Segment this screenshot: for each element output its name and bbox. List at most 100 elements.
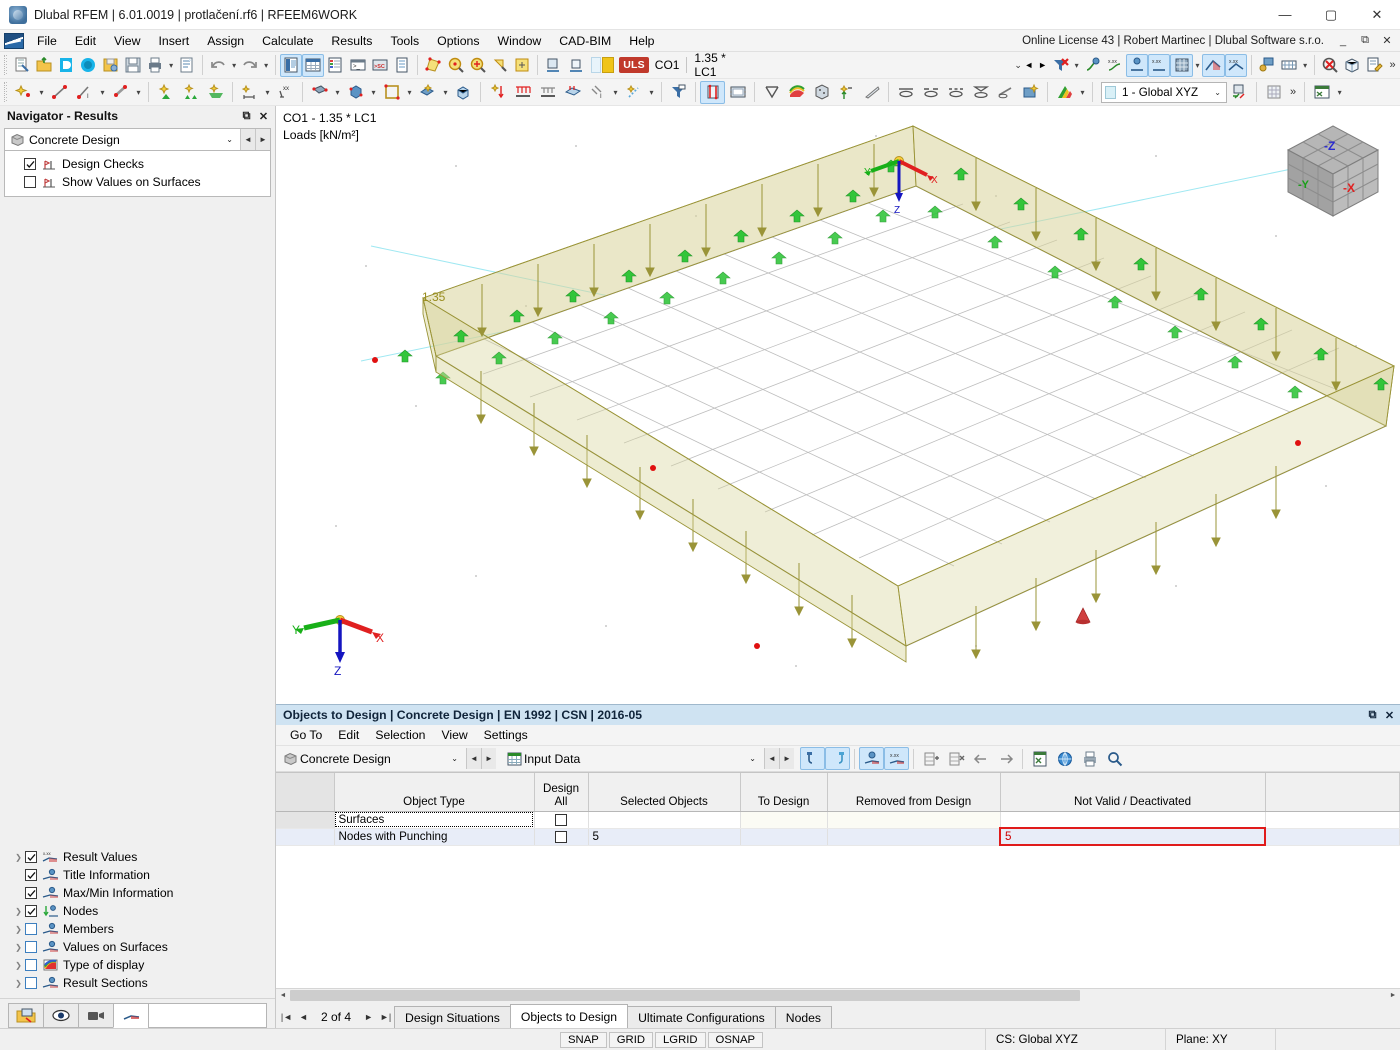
- show-values-icon[interactable]: x.xx: [1148, 53, 1171, 77]
- text-label-icon[interactable]: xx: [273, 81, 298, 104]
- col-header-not-valid-deactivated[interactable]: Not Valid / Deactivated: [1000, 773, 1266, 812]
- tree-item-type-of-display[interactable]: ❯ Type of display: [6, 956, 275, 974]
- tree-item-show-values-on-surfaces[interactable]: Show Values on Surfaces: [5, 173, 270, 191]
- col-header-object-type[interactable]: Object Type: [334, 773, 535, 812]
- navigator-tab-results[interactable]: [113, 1003, 149, 1028]
- show-result-values-icon[interactable]: x.xx: [884, 747, 909, 770]
- new-model-icon[interactable]: [11, 54, 33, 77]
- navigator-module-prev-button[interactable]: ◄: [240, 129, 255, 150]
- deformation-display-icon[interactable]: [1081, 54, 1103, 77]
- tab-nodes[interactable]: Nodes: [774, 1006, 832, 1028]
- hscroll-track[interactable]: [290, 989, 1386, 1002]
- pager-last-button[interactable]: ►|: [377, 1007, 394, 1027]
- chevron-right-icon[interactable]: ❯: [12, 925, 25, 934]
- panel-module-prev-button[interactable]: ◄: [466, 748, 481, 769]
- coordinate-system-dropdown[interactable]: 1 - Global XYZ ⌄: [1101, 81, 1227, 103]
- new-node-icon[interactable]: [11, 81, 36, 104]
- surface-set-caret-icon[interactable]: ▾: [440, 81, 451, 104]
- cell-to-design[interactable]: [740, 811, 828, 829]
- pager-next-button[interactable]: ►: [360, 1007, 377, 1027]
- checkbox-design-all-surfaces[interactable]: [555, 813, 567, 826]
- navigator-undock-button[interactable]: ⧉: [238, 107, 255, 125]
- edit-model-icon[interactable]: [1363, 54, 1385, 77]
- view-perspective-icon[interactable]: [542, 54, 564, 77]
- save-icon[interactable]: [122, 54, 144, 77]
- export-excel-icon[interactable]: [1027, 747, 1052, 770]
- tree-item-max-min-information[interactable]: Max/Min Information: [6, 884, 275, 902]
- window-minimize-button[interactable]: —: [1262, 0, 1308, 30]
- panel-datatype-dropdown[interactable]: Input Data ⌄ ◄ ►: [504, 748, 794, 769]
- toolbar-overflow-button[interactable]: »: [1386, 59, 1400, 71]
- nodal-load-icon[interactable]: [485, 81, 510, 104]
- cell-selected-objects[interactable]: 5: [588, 828, 741, 846]
- member-load-icon[interactable]: [535, 81, 560, 104]
- hscroll-right-arrow-icon[interactable]: ►: [1386, 989, 1400, 1002]
- move-left-icon[interactable]: [968, 747, 993, 770]
- node-dropdown-caret-icon[interactable]: ▾: [36, 81, 47, 104]
- view-orthographic-icon[interactable]: [565, 54, 587, 77]
- menu-help[interactable]: Help: [620, 31, 663, 51]
- table-view-icon[interactable]: [302, 53, 325, 77]
- hinge-type-2-icon[interactable]: [918, 81, 943, 104]
- result-values-display-icon[interactable]: x.xx: [1104, 54, 1126, 77]
- color-legend-icon[interactable]: [1052, 81, 1077, 104]
- solid-render-icon[interactable]: [809, 81, 834, 104]
- checkbox-show-values-on-surfaces[interactable]: [24, 176, 36, 188]
- print-dropdown-caret-icon[interactable]: ▾: [166, 54, 176, 77]
- navigation-cube[interactable]: -Z -Y -X: [1274, 112, 1392, 230]
- dlubal-center-icon[interactable]: [55, 54, 77, 77]
- solid-set-icon[interactable]: [451, 81, 476, 104]
- load-dropdown-caret-icon[interactable]: ▾: [610, 81, 621, 104]
- surface-support-icon[interactable]: [203, 81, 228, 104]
- hscroll-left-arrow-icon[interactable]: ◄: [276, 989, 290, 1002]
- panel-module-dropdown[interactable]: Concrete Design ⌄ ◄ ►: [280, 748, 496, 769]
- result-values-diagram-icon[interactable]: x.xx: [1224, 53, 1247, 77]
- tree-item-values-on-surfaces[interactable]: ❯ Values on Surfaces: [6, 938, 275, 956]
- navigator-tab-views[interactable]: [78, 1003, 114, 1028]
- save-as-icon[interactable]: [100, 54, 122, 77]
- window-maximize-button[interactable]: ▢: [1308, 0, 1354, 30]
- loadcase-prev-button[interactable]: ◄: [1022, 55, 1036, 76]
- opening-dropdown-caret-icon[interactable]: ▾: [404, 81, 415, 104]
- clear-results-caret-icon[interactable]: ▾: [1072, 54, 1082, 77]
- navigator-tab-display[interactable]: [43, 1003, 79, 1028]
- panel-menu-edit[interactable]: Edit: [330, 726, 367, 744]
- panel-close-button[interactable]: ✕: [1381, 706, 1398, 724]
- script-icon[interactable]: >SC: [369, 54, 391, 77]
- render-mode-icon[interactable]: [1170, 53, 1193, 77]
- toolbar-overflow-button-2[interactable]: »: [1286, 86, 1300, 98]
- animation-icon[interactable]: [725, 81, 750, 104]
- mdi-restore-button[interactable]: ⧉: [1354, 31, 1376, 51]
- navigator-module-dropdown[interactable]: Concrete Design ⌄ ◄ ►: [4, 128, 271, 151]
- tree-item-design-checks[interactable]: Design Checks: [5, 155, 270, 173]
- dimension-icon[interactable]: [237, 81, 262, 104]
- window-close-button[interactable]: ✕: [1354, 0, 1400, 30]
- globe-icon[interactable]: [1052, 747, 1077, 770]
- menu-assign[interactable]: Assign: [198, 31, 253, 51]
- checkbox-type-of-display[interactable]: [25, 959, 37, 971]
- menu-file[interactable]: File: [28, 31, 66, 51]
- console-icon[interactable]: >_: [347, 54, 369, 77]
- move-right-icon[interactable]: [993, 747, 1018, 770]
- chevron-right-icon[interactable]: ❯: [12, 907, 25, 916]
- new-solid-icon[interactable]: [343, 81, 368, 104]
- surface-load-icon[interactable]: [560, 81, 585, 104]
- result-diagram-icon[interactable]: [1202, 53, 1225, 77]
- print-table-icon[interactable]: [1077, 747, 1102, 770]
- imperfection-icon[interactable]: [621, 81, 646, 104]
- printout-report-icon[interactable]: [176, 54, 198, 77]
- pager-prev-button[interactable]: ◄: [295, 1007, 312, 1027]
- line-dropdown-caret-icon[interactable]: ▾: [97, 81, 108, 104]
- checkbox-values-on-surfaces[interactable]: [25, 941, 37, 953]
- surface-set-icon[interactable]: [415, 81, 440, 104]
- model-3d-scene[interactable]: [276, 106, 1400, 696]
- select-in-model-icon[interactable]: [800, 747, 825, 770]
- menu-edit[interactable]: Edit: [66, 31, 105, 51]
- slice-icon[interactable]: [859, 81, 884, 104]
- print-icon[interactable]: [144, 54, 166, 77]
- data-navigator-icon[interactable]: [279, 53, 303, 77]
- status-snap-button[interactable]: SNAP: [560, 1031, 607, 1048]
- menu-options[interactable]: Options: [428, 31, 488, 51]
- panel-module-next-button[interactable]: ►: [481, 748, 496, 769]
- menu-cad-bim[interactable]: CAD-BIM: [550, 31, 620, 51]
